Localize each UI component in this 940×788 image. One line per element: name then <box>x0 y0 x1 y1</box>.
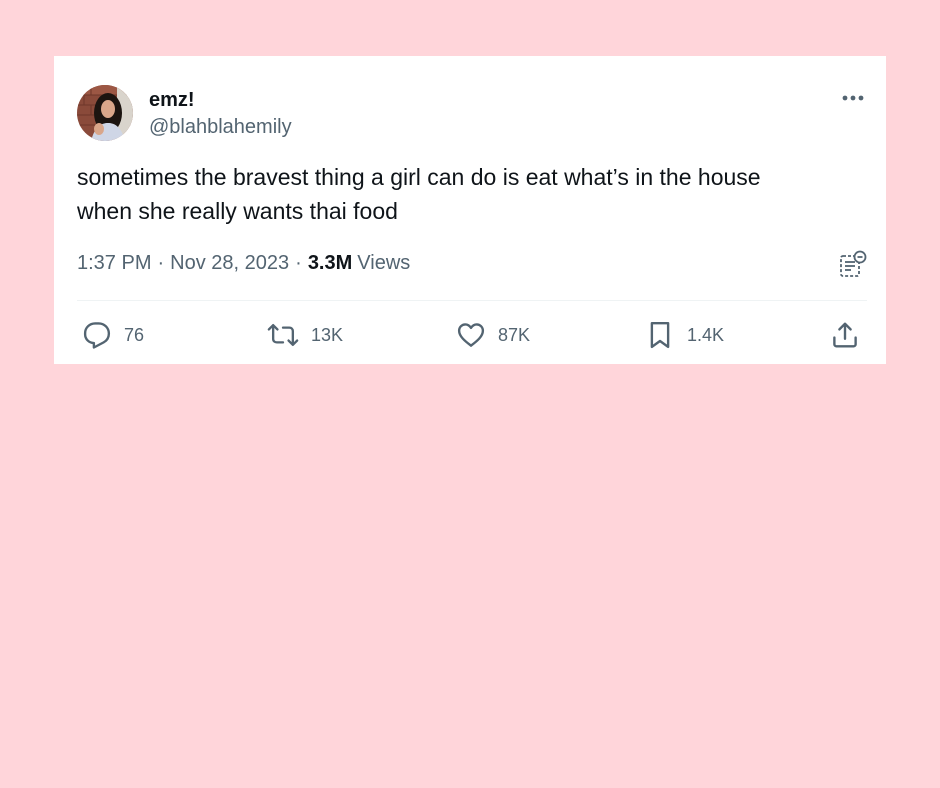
bookmark-count: 1.4K <box>687 324 725 345</box>
divider <box>77 300 867 301</box>
tweet-time[interactable]: 1:37 PM <box>77 252 151 275</box>
profile-photo <box>77 85 133 141</box>
meta-separator: · <box>157 252 165 274</box>
community-notes-button[interactable] <box>838 250 868 278</box>
views-count[interactable]: 3.3M <box>308 252 352 275</box>
heart-icon <box>457 323 485 347</box>
reply-button[interactable]: 76 <box>82 320 144 350</box>
share-icon <box>833 322 857 348</box>
retweet-button[interactable]: 13K <box>267 320 343 350</box>
retweet-icon <box>267 323 299 347</box>
tweet-text-line: when she really wants thai food <box>77 198 398 224</box>
tweet-meta: 1:37 PM · Nov 28, 2023 · 3.3M Views <box>77 252 410 275</box>
ellipsis-icon <box>842 95 864 101</box>
community-notes-icon <box>840 250 867 277</box>
like-button[interactable]: 87K <box>456 320 530 350</box>
author-display-name[interactable]: emz! <box>149 89 195 112</box>
bookmark-icon <box>650 321 670 349</box>
tweet-text: sometimes the bravest thing a girl can d… <box>77 160 867 228</box>
tweet-card: emz! @blahblahemily sometimes the braves… <box>54 56 886 364</box>
share-button[interactable] <box>830 320 860 350</box>
tweet-text-line: sometimes the bravest thing a girl can d… <box>77 164 761 190</box>
tweet-date[interactable]: Nov 28, 2023 <box>170 252 289 275</box>
reply-icon <box>83 322 111 349</box>
views-label[interactable]: Views <box>357 252 410 275</box>
avatar[interactable] <box>77 85 133 141</box>
more-options-button[interactable] <box>836 84 870 112</box>
reply-count: 76 <box>124 324 145 345</box>
bookmark-button[interactable]: 1.4K <box>645 320 724 350</box>
author-handle[interactable]: @blahblahemily <box>149 116 292 139</box>
meta-separator: · <box>295 252 302 274</box>
like-count: 87K <box>498 324 531 345</box>
retweet-count: 13K <box>311 324 344 345</box>
